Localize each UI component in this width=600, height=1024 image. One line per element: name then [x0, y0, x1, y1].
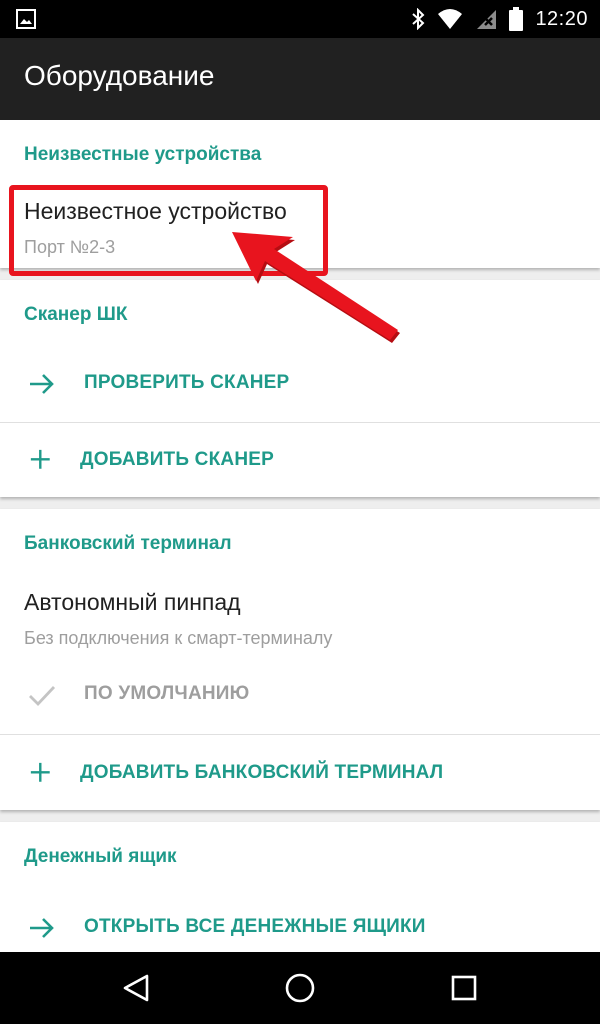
add-bank-terminal-button[interactable]: ДОБАВИТЬ БАНКОВСКИЙ ТЕРМИНАЛ [0, 744, 600, 804]
check-scanner-button[interactable]: ПРОВЕРИТЬ СКАНЕР [0, 354, 600, 414]
unknown-device-port: Порт №2-3 [24, 237, 116, 257]
scanner-card: Сканер ШК ПРОВЕРИТЬ СКАНЕР ДОБАВИТЬ СКАН… [0, 280, 600, 497]
open-cash-drawers-label: ОТКРЫТЬ ВСЕ ДЕНЕЖНЫЕ ЯЩИКИ [84, 916, 426, 937]
section-title-unknown-devices: Неизвестные устройства [24, 144, 262, 165]
recents-icon [451, 975, 477, 1001]
add-bank-terminal-label: ДОБАВИТЬ БАНКОВСКИЙ ТЕРМИНАЛ [80, 762, 444, 783]
home-icon [285, 973, 315, 1003]
battery-icon [509, 7, 524, 31]
no-signal-icon [477, 10, 497, 29]
status-bar: 12:20 [0, 0, 600, 38]
unknown-device-title: Неизвестное устройство [24, 198, 287, 224]
add-scanner-button[interactable]: ДОБАВИТЬ СКАНЕР [0, 431, 600, 491]
section-title-scanner: Сканер ШК [24, 304, 128, 325]
divider [0, 734, 600, 735]
cash-drawer-card: Денежный ящик ОТКРЫТЬ ВСЕ ДЕНЕЖНЫЕ ЯЩИКИ [0, 822, 600, 952]
back-icon [123, 974, 149, 1002]
add-scanner-label: ДОБАВИТЬ СКАНЕР [80, 449, 274, 470]
set-default-button[interactable]: ПО УМОЛЧАНИЮ [0, 665, 600, 725]
bank-terminal-item[interactable]: Автономный пинпад Без подключения к смар… [0, 579, 600, 665]
wifi-icon [438, 9, 463, 29]
plus-icon [30, 449, 50, 469]
recents-button[interactable] [442, 966, 486, 1010]
plus-icon [30, 762, 50, 782]
home-button[interactable] [278, 966, 322, 1010]
content-area[interactable]: Неизвестные устройства Неизвестное устро… [0, 120, 600, 952]
unknown-device-item[interactable]: Неизвестное устройство Порт №2-3 [0, 182, 600, 268]
unknown-devices-card: Неизвестные устройства Неизвестное устро… [0, 120, 600, 268]
default-label: ПО УМОЛЧАНИЮ [84, 683, 250, 704]
check-scanner-label: ПРОВЕРИТЬ СКАНЕР [84, 372, 290, 393]
image-icon [16, 9, 36, 29]
navigation-bar [0, 952, 600, 1024]
section-title-bank-terminal: Банковский терминал [24, 533, 232, 554]
bank-terminal-title: Автономный пинпад [24, 589, 241, 615]
clock: 12:20 [535, 7, 588, 30]
check-icon [29, 686, 56, 707]
arrow-right-icon [30, 374, 54, 394]
page-title: Оборудование [24, 60, 215, 91]
divider [0, 422, 600, 423]
bank-terminal-card: Банковский терминал Автономный пинпад Бе… [0, 509, 600, 810]
bank-terminal-subtitle: Без подключения к смарт-терминалу [24, 628, 333, 648]
arrow-right-icon [30, 918, 54, 938]
app-bar: Оборудование [0, 38, 600, 120]
open-cash-drawers-button[interactable]: ОТКРЫТЬ ВСЕ ДЕНЕЖНЫЕ ЯЩИКИ [0, 898, 600, 952]
back-button[interactable] [114, 966, 158, 1010]
bluetooth-icon [412, 8, 425, 30]
section-title-cash-drawer: Денежный ящик [24, 846, 177, 867]
